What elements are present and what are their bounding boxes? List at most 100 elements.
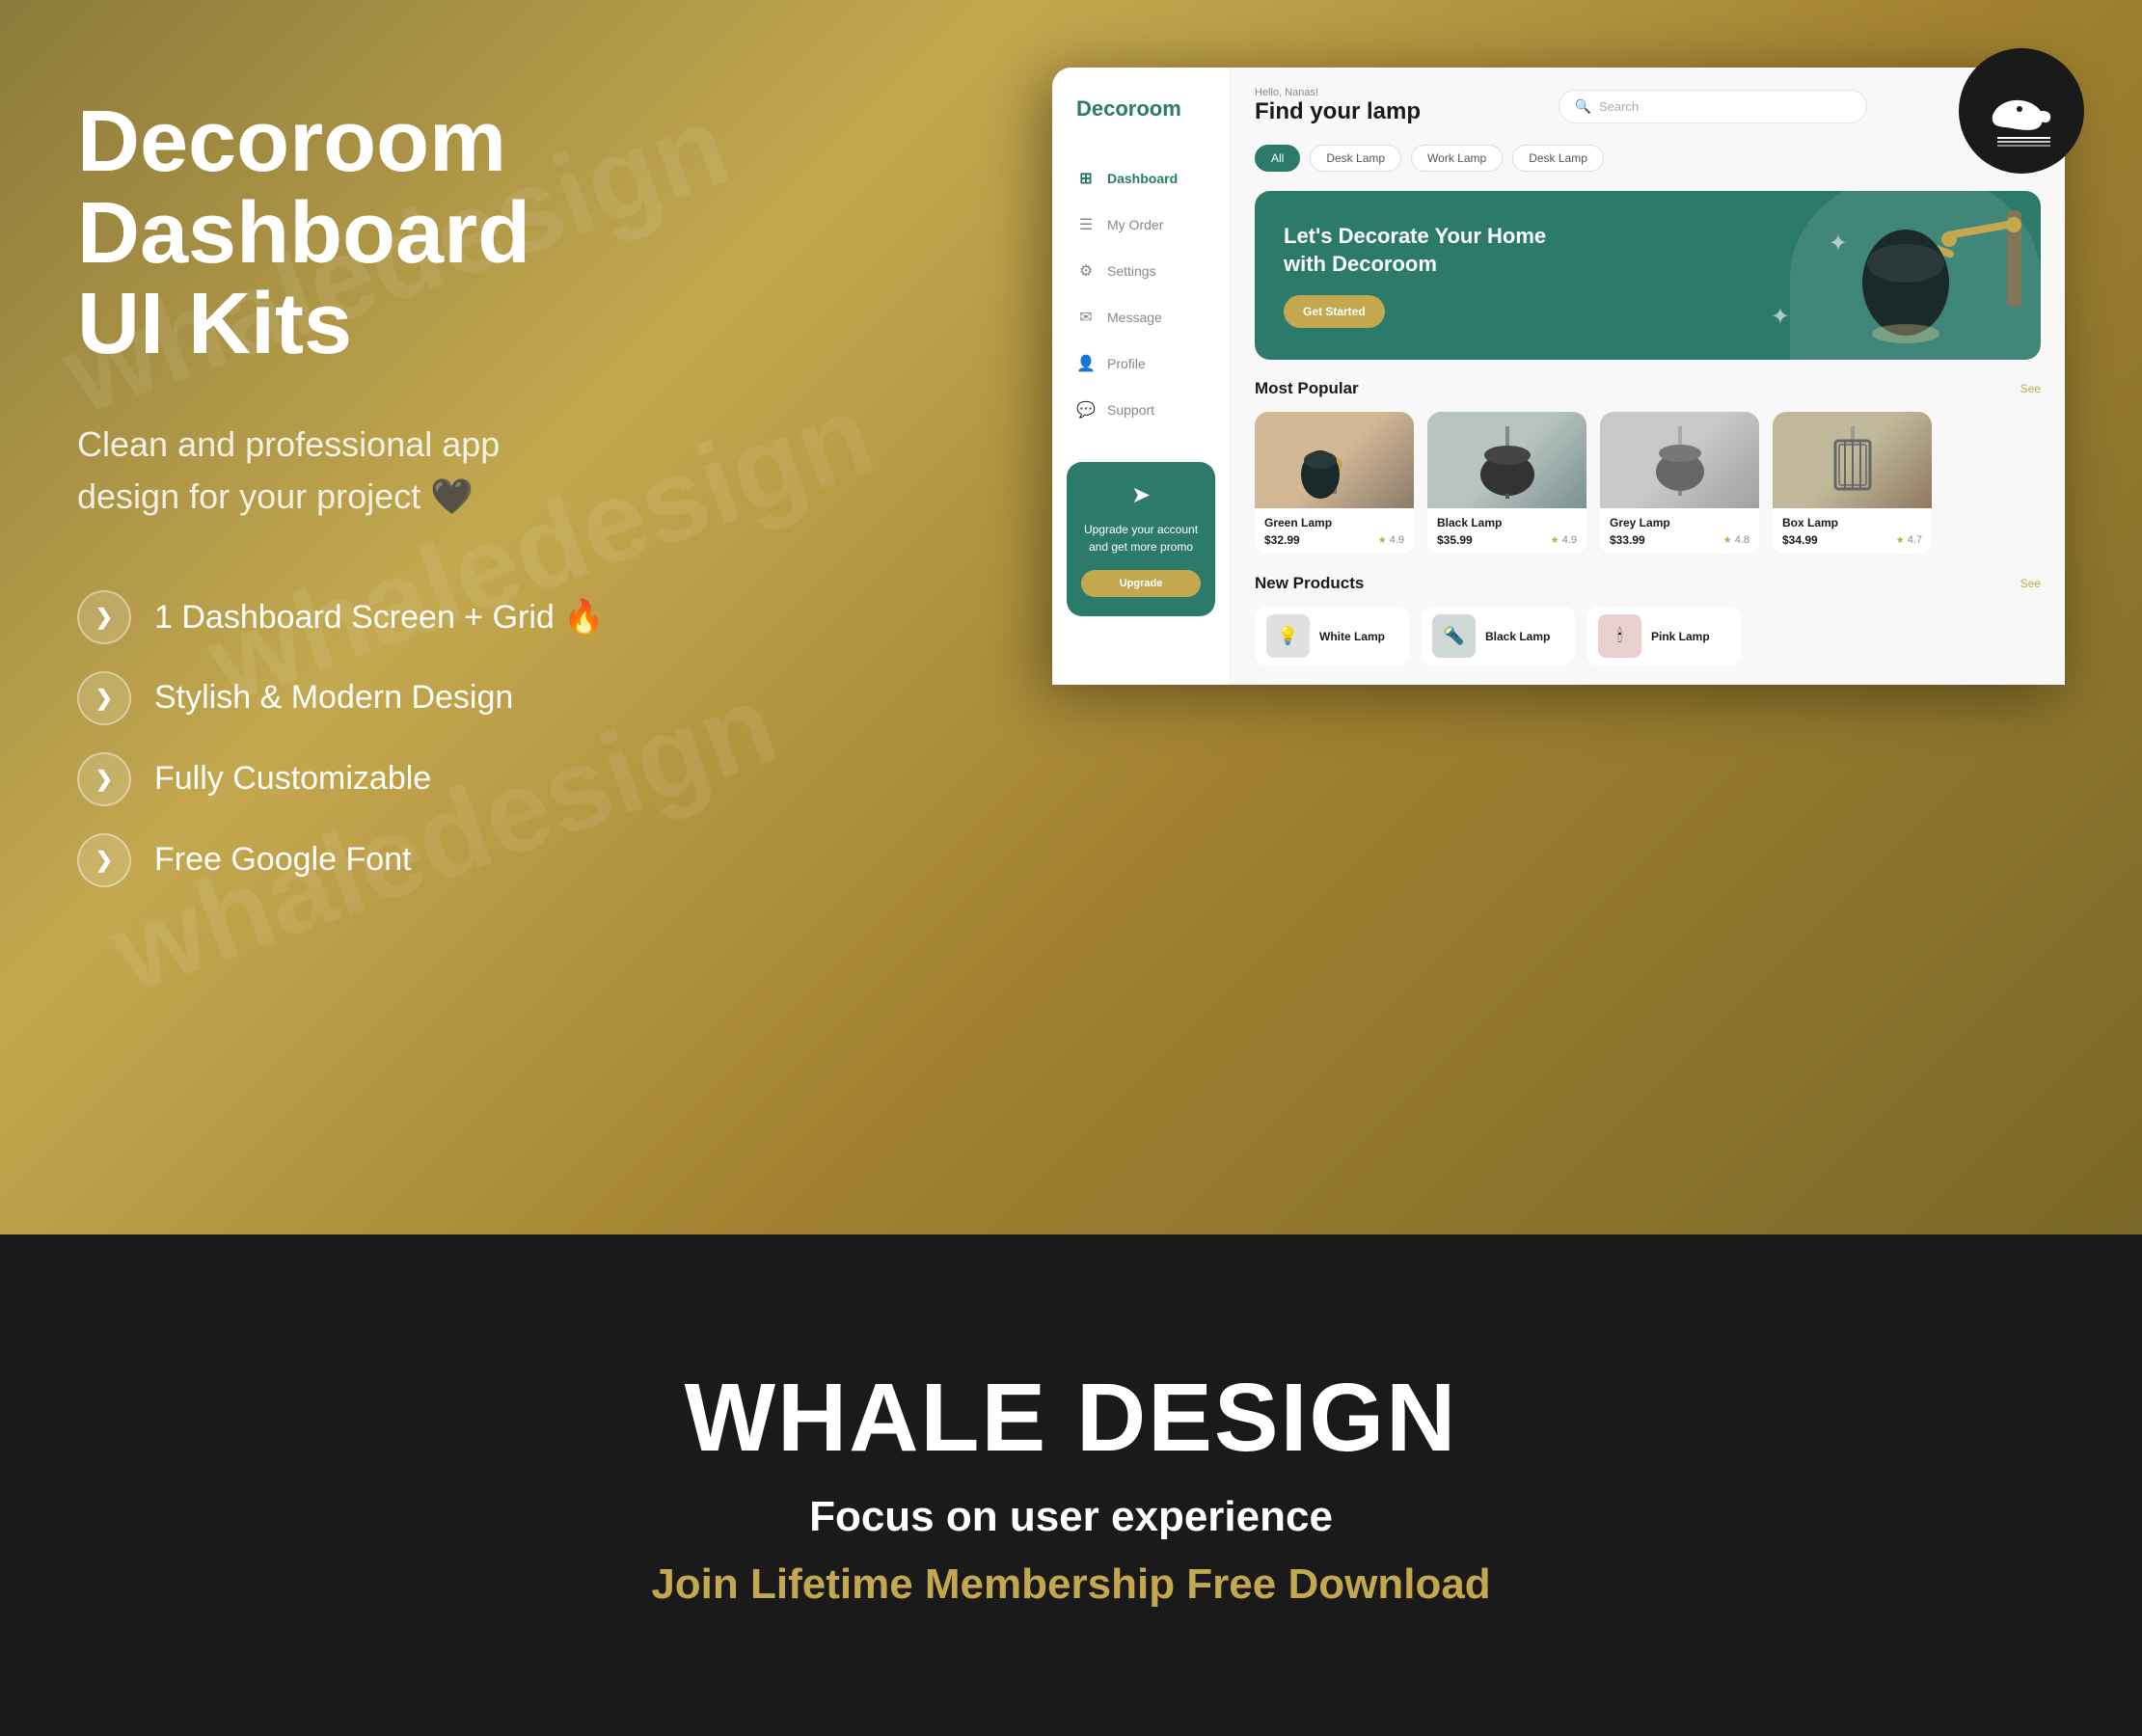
filter-tabs: All Desk Lamp Work Lamp Desk Lamp [1255, 145, 2041, 172]
new-product-pink[interactable]: 🕯 Pink Lamp [1586, 607, 1741, 665]
upgrade-button[interactable]: Upgrade [1081, 570, 1201, 597]
most-popular-header: Most Popular See [1255, 379, 2041, 398]
product-img-green [1255, 412, 1414, 508]
product-rating-black: ★ 4.9 [1551, 534, 1577, 546]
new-product-black-new[interactable]: 🔦 Black Lamp [1421, 607, 1575, 665]
most-popular-see-all[interactable]: See [2020, 382, 2041, 395]
order-icon: ☰ [1076, 215, 1096, 234]
product-info-box: Box Lamp $34.99 ★ 4.7 [1773, 508, 1932, 555]
feature-item-1: ❯ 1 Dashboard Screen + Grid 🔥 [77, 590, 733, 644]
support-icon: 💬 [1076, 400, 1096, 420]
product-img-grey [1600, 412, 1759, 508]
new-products-header: New Products See [1255, 574, 2041, 593]
filter-tab-desk1[interactable]: Desk Lamp [1310, 145, 1401, 172]
product-rating-box: ★ 4.7 [1896, 534, 1922, 546]
feature-icon-3[interactable]: ❯ [77, 752, 131, 806]
feature-list: ❯ 1 Dashboard Screen + Grid 🔥 ❯ Stylish … [77, 590, 733, 887]
star-icon-4: ★ [1896, 535, 1905, 546]
whale-logo-svg [1973, 63, 2070, 159]
green-lamp-svg [1296, 421, 1373, 499]
hero-text-area: Let's Decorate Your Home with Decoroom G… [1284, 223, 1573, 328]
product-card-box[interactable]: Box Lamp $34.99 ★ 4.7 [1773, 412, 1932, 555]
filter-tab-desk2[interactable]: Desk Lamp [1512, 145, 1604, 172]
product-meta-grey: $33.99 ★ 4.8 [1610, 533, 1749, 547]
box-lamp-svg [1814, 421, 1891, 499]
hero-banner: Let's Decorate Your Home with Decoroom G… [1255, 191, 2041, 360]
sidebar-item-support[interactable]: 💬 Support [1052, 387, 1230, 433]
sidebar-item-message[interactable]: ✉ Message [1052, 294, 1230, 340]
header-left: Hello, Nanas! Find your lamp [1255, 87, 1421, 125]
right-content: Decoroom ⊞ Dashboard ☰ My Order ⚙ Settin… [733, 77, 2065, 685]
product-info-black: Black Lamp $35.99 ★ 4.9 [1427, 508, 1586, 555]
product-name-black: Black Lamp [1437, 516, 1577, 529]
whale-design-title: WHALE DESIGN [685, 1363, 1458, 1474]
sidebar-label-dashboard: Dashboard [1107, 171, 1178, 186]
dashboard-mockup: Decoroom ⊞ Dashboard ☰ My Order ⚙ Settin… [1052, 68, 2065, 685]
product-img-box [1773, 412, 1932, 508]
sidebar-logo: Decoroom [1052, 96, 1230, 155]
feature-item-3: ❯ Fully Customizable [77, 752, 733, 806]
most-popular-title: Most Popular [1255, 379, 1359, 398]
black-lamp-svg [1469, 421, 1546, 499]
product-meta-box: $34.99 ★ 4.7 [1782, 533, 1922, 547]
feature-text-1: 1 Dashboard Screen + Grid 🔥 [154, 598, 605, 637]
product-card-black[interactable]: Black Lamp $35.99 ★ 4.9 [1427, 412, 1586, 555]
sidebar-label-order: My Order [1107, 217, 1163, 232]
search-bar[interactable]: 🔍 Search [1559, 90, 1867, 123]
dashboard-icon: ⊞ [1076, 169, 1096, 188]
hero-lamp-image [1771, 191, 2041, 360]
search-placeholder: Search [1599, 99, 1639, 114]
filter-tab-all[interactable]: All [1255, 145, 1300, 172]
product-card-green[interactable]: Green Lamp $32.99 ★ 4.9 [1255, 412, 1414, 555]
product-name-green: Green Lamp [1264, 516, 1404, 529]
sidebar-label-profile: Profile [1107, 356, 1146, 371]
star-icon-2: ★ [1551, 535, 1559, 546]
feature-icon-2[interactable]: ❯ [77, 671, 131, 725]
sidebar: Decoroom ⊞ Dashboard ☰ My Order ⚙ Settin… [1052, 68, 1231, 685]
sidebar-item-profile[interactable]: 👤 Profile [1052, 340, 1230, 387]
subtitle: Clean and professional app design for yo… [77, 419, 579, 523]
find-title: Find your lamp [1255, 98, 1421, 125]
product-meta-green: $32.99 ★ 4.9 [1264, 533, 1404, 547]
product-meta-black: $35.99 ★ 4.9 [1437, 533, 1577, 547]
feature-icon-1[interactable]: ❯ [77, 590, 131, 644]
hero-get-started-button[interactable]: Get Started [1284, 295, 1385, 328]
feature-text-4: Free Google Font [154, 841, 411, 879]
message-icon: ✉ [1076, 308, 1096, 327]
upgrade-card: ➤ Upgrade your account and get more prom… [1067, 462, 1215, 616]
sidebar-label-message: Message [1107, 310, 1162, 325]
feature-text-3: Fully Customizable [154, 760, 431, 798]
main-title: Decoroom Dashboard UI Kits [77, 96, 733, 370]
settings-icon: ⚙ [1076, 261, 1096, 281]
sidebar-label-support: Support [1107, 402, 1154, 418]
new-product-white[interactable]: 💡 White Lamp [1255, 607, 1409, 665]
product-card-grey[interactable]: Grey Lamp $33.99 ★ 4.8 [1600, 412, 1759, 555]
products-grid: Green Lamp $32.99 ★ 4.9 [1255, 412, 2041, 555]
product-price-green: $32.99 [1264, 533, 1300, 547]
product-rating-green: ★ 4.9 [1378, 534, 1404, 546]
hero-title: Let's Decorate Your Home with Decoroom [1284, 223, 1573, 278]
top-section: whaledesign whaledesign whaledesign Deco… [0, 0, 2142, 1234]
grey-lamp-svg [1641, 421, 1719, 499]
greeting: Hello, Nanas! [1255, 87, 1421, 98]
sidebar-label-settings: Settings [1107, 263, 1156, 279]
feature-text-2: Stylish & Modern Design [154, 679, 513, 717]
new-product-img-black: 🔦 [1432, 614, 1476, 658]
product-name-box: Box Lamp [1782, 516, 1922, 529]
sidebar-item-settings[interactable]: ⚙ Settings [1052, 248, 1230, 294]
profile-icon: 👤 [1076, 354, 1096, 373]
left-content: Decoroom Dashboard UI Kits Clean and pro… [77, 77, 733, 887]
sidebar-item-order[interactable]: ☰ My Order [1052, 202, 1230, 248]
feature-item-2: ❯ Stylish & Modern Design [77, 671, 733, 725]
search-icon: 🔍 [1575, 98, 1591, 115]
new-products-title: New Products [1255, 574, 1364, 593]
sidebar-item-dashboard[interactable]: ⊞ Dashboard [1052, 155, 1230, 202]
new-product-img-white: 💡 [1266, 614, 1310, 658]
new-products-see-all[interactable]: See [2020, 577, 2041, 590]
filter-tab-work[interactable]: Work Lamp [1411, 145, 1503, 172]
new-product-name-black: Black Lamp [1485, 630, 1550, 643]
join-text: Join Lifetime Membership Free Download [651, 1560, 1490, 1609]
product-img-black [1427, 412, 1586, 508]
feature-icon-4[interactable]: ❯ [77, 833, 131, 887]
hero-lamp-svg [1829, 191, 2041, 360]
